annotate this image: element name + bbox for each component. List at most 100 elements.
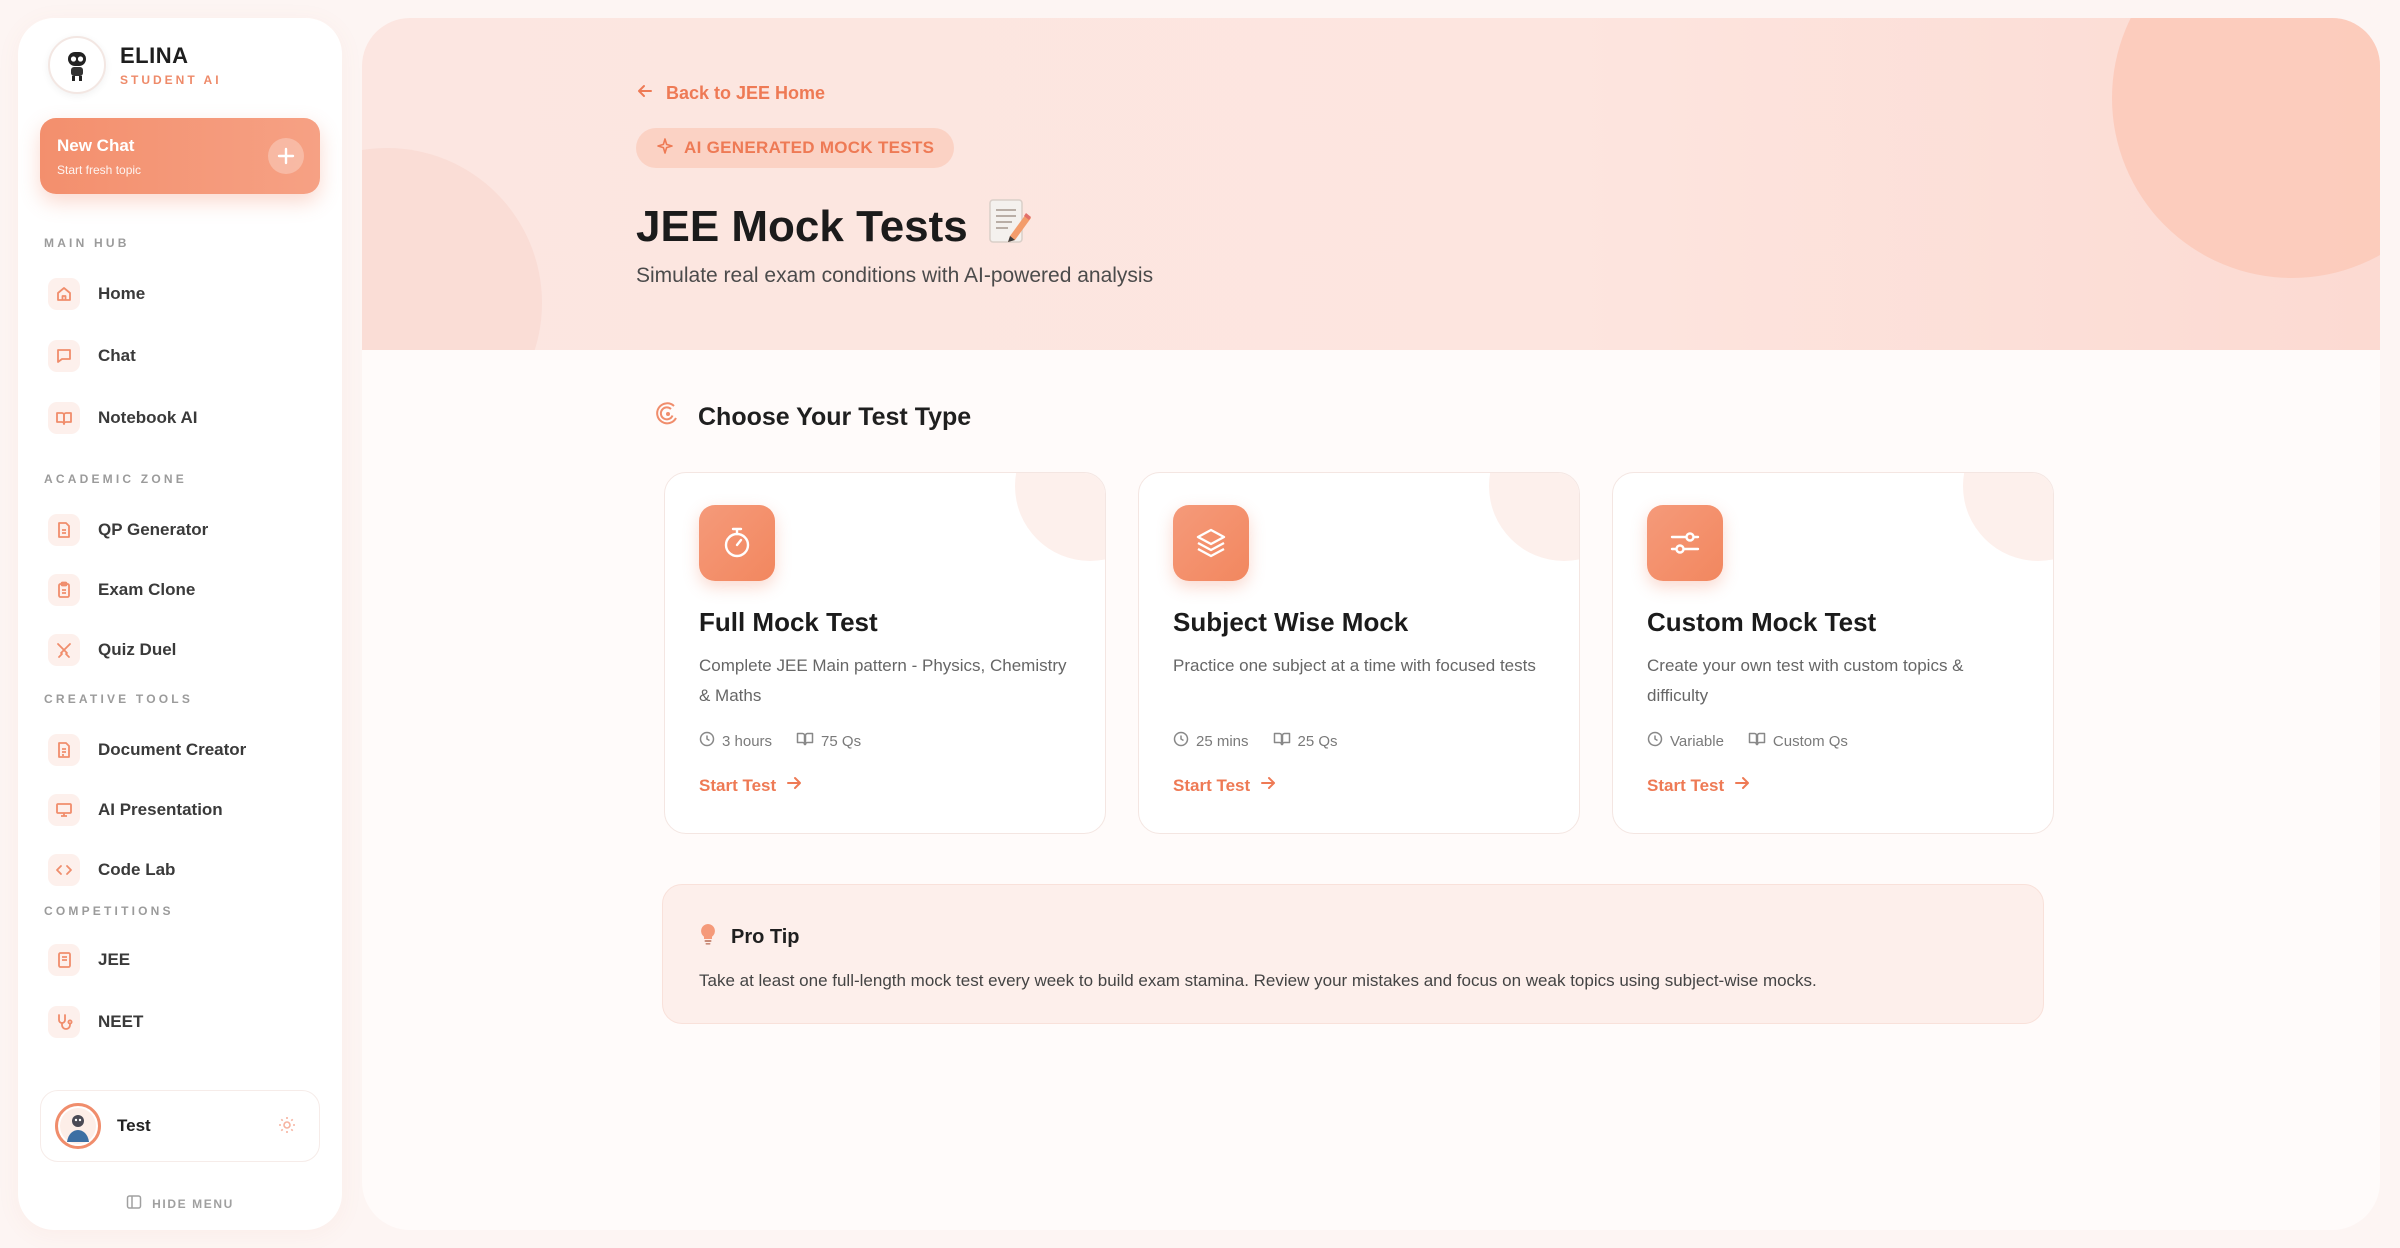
start-test-label: Start Test bbox=[1647, 775, 1725, 795]
duration-label: 25 mins bbox=[1196, 732, 1249, 750]
sidebar-toggle-icon bbox=[126, 1194, 152, 1213]
settings-gear-icon[interactable] bbox=[277, 1115, 297, 1140]
page-title: JEE Mock Tests bbox=[636, 196, 1032, 257]
test-card-full-mock[interactable]: Full Mock Test Complete JEE Main pattern… bbox=[664, 472, 1106, 834]
arrow-left-icon bbox=[636, 82, 666, 105]
brand[interactable]: ELINA STUDENT AI bbox=[48, 36, 222, 94]
sidebar-item-label: Code Lab bbox=[98, 860, 176, 879]
clock-icon bbox=[699, 731, 722, 751]
sidebar-item-label: JEE bbox=[98, 950, 131, 969]
page-title-text: JEE Mock Tests bbox=[636, 201, 968, 251]
sidebar-item-neet[interactable]: NEET bbox=[48, 1000, 328, 1044]
decorative-blob bbox=[1489, 473, 1579, 561]
arrow-right-icon bbox=[776, 775, 802, 796]
robot-logo-icon bbox=[48, 36, 106, 94]
section-heading-text: Choose Your Test Type bbox=[698, 403, 972, 431]
sidebar-item-label: Home bbox=[98, 284, 146, 303]
sidebar-item-label: Chat bbox=[98, 346, 136, 365]
sidebar-item-label: NEET bbox=[98, 1012, 144, 1031]
section-label-main-hub: MAIN HUB bbox=[44, 236, 130, 250]
sidebar-item-home[interactable]: Home bbox=[48, 272, 328, 316]
clock-icon bbox=[1647, 731, 1670, 751]
questions-meta: 25 Qs bbox=[1273, 731, 1338, 751]
sparkle-icon bbox=[656, 137, 684, 160]
test-card-custom[interactable]: Custom Mock Test Create your own test wi… bbox=[1612, 472, 2054, 834]
test-card-subject-wise[interactable]: Subject Wise Mock Practice one subject a… bbox=[1138, 472, 1580, 834]
questions-meta: Custom Qs bbox=[1748, 731, 1848, 751]
badge-label: AI GENERATED MOCK TESTS bbox=[684, 138, 935, 157]
file-text-icon bbox=[48, 514, 80, 546]
stopwatch-icon bbox=[699, 505, 775, 581]
chat-bubble-icon bbox=[48, 340, 80, 372]
start-test-label: Start Test bbox=[1173, 775, 1251, 795]
sliders-icon bbox=[1647, 505, 1723, 581]
section-label-competitions: COMPETITIONS bbox=[44, 904, 174, 918]
sidebar-item-exam-clone[interactable]: Exam Clone bbox=[48, 568, 328, 612]
pro-tip-text: Take at least one full-length mock test … bbox=[699, 971, 1817, 990]
ai-generated-badge: AI GENERATED MOCK TESTS bbox=[636, 128, 955, 168]
hero-banner: Back to JEE Home AI GENERATED MOCK TESTS… bbox=[362, 18, 2380, 350]
start-test-button[interactable]: Start Test bbox=[699, 775, 802, 796]
book-icon bbox=[1273, 731, 1298, 751]
sidebar-item-qp-generator[interactable]: QP Generator bbox=[48, 508, 328, 552]
decorative-blob bbox=[1963, 473, 2053, 561]
questions-meta: 75 Qs bbox=[796, 731, 861, 751]
hide-menu-label: HIDE MENU bbox=[152, 1196, 234, 1211]
sidebar-item-code-lab[interactable]: Code Lab bbox=[48, 848, 328, 892]
plus-icon bbox=[268, 138, 304, 174]
card-title: Full Mock Test bbox=[699, 607, 878, 637]
sidebar-item-label: Notebook AI bbox=[98, 408, 198, 427]
sidebar-item-quiz-duel[interactable]: Quiz Duel bbox=[48, 628, 328, 672]
start-test-label: Start Test bbox=[699, 775, 777, 795]
questions-label: 25 Qs bbox=[1297, 732, 1338, 750]
start-test-button[interactable]: Start Test bbox=[1173, 775, 1276, 796]
decorative-circle bbox=[2112, 18, 2380, 278]
avatar bbox=[55, 1103, 101, 1149]
book-icon bbox=[48, 944, 80, 976]
brand-name: ELINA bbox=[120, 43, 189, 68]
decorative-circle bbox=[362, 148, 542, 350]
hide-menu-button[interactable]: HIDE MENU bbox=[18, 1194, 342, 1213]
start-test-button[interactable]: Start Test bbox=[1647, 775, 1750, 796]
user-profile-card[interactable]: Test bbox=[40, 1090, 320, 1162]
section-label-creative-tools: CREATIVE TOOLS bbox=[44, 692, 194, 706]
duration-meta: 3 hours bbox=[699, 731, 772, 751]
brand-subtitle: STUDENT AI bbox=[120, 73, 222, 87]
lightbulb-icon bbox=[699, 923, 731, 951]
new-chat-title: New Chat bbox=[57, 136, 135, 155]
target-icon bbox=[656, 402, 680, 433]
page-subtitle: Simulate real exam conditions with AI-po… bbox=[636, 264, 1154, 287]
arrow-right-icon bbox=[1250, 775, 1276, 796]
sidebar-item-ai-presentation[interactable]: AI Presentation bbox=[48, 788, 328, 832]
memo-pencil-icon bbox=[988, 196, 1032, 257]
back-to-jee-home-link[interactable]: Back to JEE Home bbox=[636, 82, 825, 105]
questions-label: 75 Qs bbox=[821, 732, 862, 750]
questions-label: Custom Qs bbox=[1772, 732, 1848, 750]
code-brackets-icon bbox=[48, 854, 80, 886]
sidebar-item-jee[interactable]: JEE bbox=[48, 938, 328, 982]
card-title: Custom Mock Test bbox=[1647, 607, 1877, 637]
section-heading: Choose Your Test Type bbox=[656, 402, 971, 433]
pro-tip-title: Pro Tip bbox=[731, 925, 800, 948]
duration-meta: Variable bbox=[1647, 731, 1724, 751]
duration-label: 3 hours bbox=[722, 732, 773, 750]
layers-icon bbox=[1173, 505, 1249, 581]
home-icon bbox=[48, 278, 80, 310]
book-icon bbox=[796, 731, 821, 751]
new-chat-button[interactable]: New Chat Start fresh topic bbox=[40, 118, 320, 194]
sidebar-item-chat[interactable]: Chat bbox=[48, 334, 328, 378]
back-link-label: Back to JEE Home bbox=[666, 83, 826, 103]
crossed-swords-icon bbox=[48, 634, 80, 666]
presentation-icon bbox=[48, 794, 80, 826]
card-meta: 3 hours 75 Qs bbox=[699, 731, 885, 751]
new-chat-subtitle: Start fresh topic bbox=[57, 163, 142, 177]
card-title: Subject Wise Mock bbox=[1173, 607, 1409, 637]
main-content: Back to JEE Home AI GENERATED MOCK TESTS… bbox=[362, 18, 2380, 1230]
clock-icon bbox=[1173, 731, 1196, 751]
open-book-icon bbox=[48, 402, 80, 434]
sidebar-item-notebook-ai[interactable]: Notebook AI bbox=[48, 396, 328, 440]
sidebar-item-label: Quiz Duel bbox=[98, 640, 177, 659]
card-meta: Variable Custom Qs bbox=[1647, 731, 1872, 751]
user-name: Test bbox=[117, 1116, 151, 1135]
sidebar-item-document-creator[interactable]: Document Creator bbox=[48, 728, 328, 772]
